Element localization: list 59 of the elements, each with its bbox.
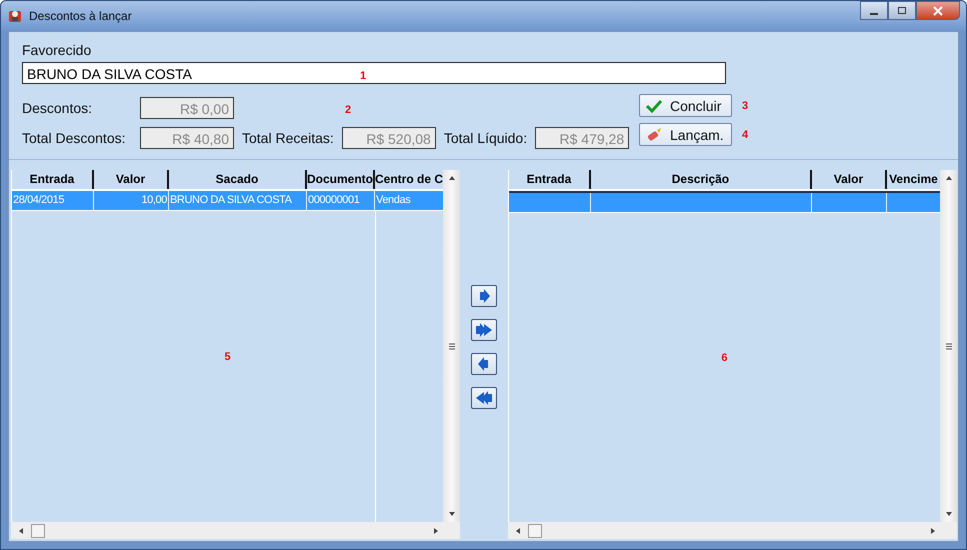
action-button[interactable]: Concluir xyxy=(639,94,732,117)
grip-icon xyxy=(944,342,952,350)
table-cell: 10,00 xyxy=(94,191,169,210)
total-label: Total Líquido: xyxy=(444,130,528,146)
grid-row[interactable] xyxy=(508,191,940,212)
column-header[interactable]: Documento xyxy=(307,170,375,189)
scroll-up-icon xyxy=(448,174,456,182)
column-header[interactable]: Entrada xyxy=(12,170,94,189)
close-icon xyxy=(932,6,944,16)
table-cell: 000000001 xyxy=(307,191,375,210)
move-button[interactable] xyxy=(471,285,497,307)
scroll-right-icon xyxy=(432,526,440,534)
maximize-icon xyxy=(897,6,907,16)
horizontal-scrollbar[interactable] xyxy=(508,522,957,539)
column-header[interactable]: Valor xyxy=(812,170,887,189)
vertical-scrollbar[interactable] xyxy=(940,170,957,522)
column-header[interactable]: Descrição xyxy=(590,170,812,189)
total-label: Total Descontos: xyxy=(22,130,126,146)
scroll-up-icon xyxy=(944,174,952,182)
scroll-thumb[interactable] xyxy=(31,524,45,538)
annotation-number: 3 xyxy=(742,100,748,112)
move-button[interactable] xyxy=(471,353,497,375)
vertical-scrollbar[interactable] xyxy=(443,170,460,522)
check-icon xyxy=(646,98,662,112)
table-cell: BRUNO DA SILVA COSTA xyxy=(169,191,307,210)
maximize-button[interactable] xyxy=(888,1,916,20)
scroll-thumb[interactable] xyxy=(528,524,542,538)
horizontal-scrollbar[interactable] xyxy=(11,522,460,539)
move-button[interactable] xyxy=(471,319,497,341)
annotation-number: 6 xyxy=(721,352,728,364)
minimize-button[interactable] xyxy=(860,1,888,20)
column-header[interactable]: Entrada xyxy=(508,170,591,189)
table-cell: 28/04/2015 xyxy=(12,191,94,210)
annotation-number: 4 xyxy=(742,128,748,140)
annotation-number: 1 xyxy=(360,70,366,82)
scroll-right-icon xyxy=(929,526,937,534)
scroll-left-icon xyxy=(514,526,522,534)
double-arrow-left-icon xyxy=(476,391,492,405)
favorecido-label: Favorecido xyxy=(22,42,92,58)
scroll-down-icon xyxy=(448,510,456,518)
column-header[interactable]: Sacado xyxy=(169,170,307,189)
double-arrow-right-icon xyxy=(476,323,492,337)
scroll-left-icon xyxy=(17,526,25,534)
minimize-icon xyxy=(870,12,878,14)
column-header[interactable]: Valor xyxy=(94,170,169,189)
arrow-right-icon xyxy=(478,289,490,303)
move-button[interactable] xyxy=(471,387,497,409)
eraser-icon xyxy=(646,128,662,142)
arrow-left-icon xyxy=(478,357,490,371)
scroll-down-icon xyxy=(944,510,952,518)
total-label: Total Receitas: xyxy=(242,130,334,146)
descontos-label: Descontos: xyxy=(22,100,94,116)
window-title: Descontos à lançar xyxy=(29,9,133,23)
annotation-number: 5 xyxy=(224,350,231,362)
app-icon xyxy=(7,8,23,24)
action-button[interactable]: Lançam. xyxy=(639,123,732,146)
grip-icon xyxy=(448,342,456,350)
annotation-number: 2 xyxy=(345,104,352,116)
close-button[interactable] xyxy=(916,1,960,20)
